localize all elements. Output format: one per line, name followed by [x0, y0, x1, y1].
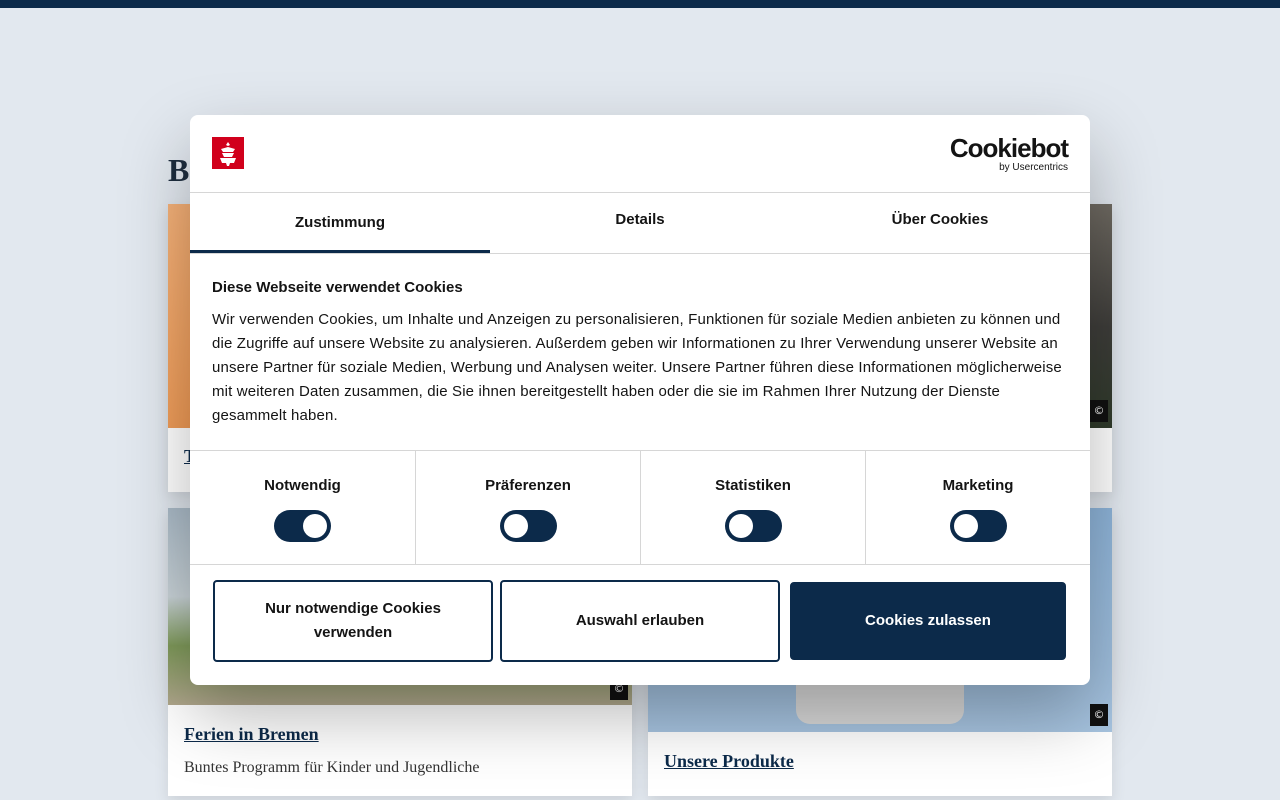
cookiebot-logo[interactable]: Cookiebot by Usercentrics — [949, 133, 1069, 174]
cookiebot-brand-by: by Usercentrics — [999, 162, 1068, 173]
toggle-marketing-switch[interactable] — [950, 510, 1007, 542]
toggle-praeferenzen-switch[interactable] — [500, 510, 557, 542]
top-bar — [0, 0, 1280, 8]
toggle-cell-notwendig: Notwendig — [190, 451, 415, 565]
toggle-label: Notwendig — [264, 477, 341, 494]
allow-all-button[interactable]: Cookies zulassen — [790, 582, 1066, 660]
tab-label: Details — [615, 211, 665, 228]
cookie-consent-dialog: Cookiebot by Usercentrics Zustimmung Det… — [190, 115, 1090, 685]
dialog-header: Cookiebot by Usercentrics — [190, 115, 1090, 193]
toggle-label: Marketing — [942, 477, 1014, 494]
toggle-statistiken-switch[interactable] — [725, 510, 782, 542]
necessary-only-button[interactable]: Nur notwendige Cookies verwenden — [213, 580, 493, 662]
consent-content: Diese Webseite verwendet Cookies Wir ver… — [212, 279, 1062, 428]
copyright-badge[interactable]: © — [1090, 704, 1108, 726]
page-heading: B — [168, 152, 190, 188]
tab-ueber-cookies[interactable]: Über Cookies — [790, 193, 1090, 253]
toggle-cell-praeferenzen: Präferenzen — [415, 451, 640, 565]
cookiebot-brand-name: Cookiebot — [949, 133, 1069, 163]
toggle-knob — [303, 514, 327, 538]
dialog-tabs: Zustimmung Details Über Cookies — [190, 193, 1090, 254]
card-title-link[interactable]: Unsere Produkte — [664, 751, 794, 772]
toggle-cell-marketing: Marketing — [865, 451, 1090, 565]
allow-selection-button[interactable]: Auswahl erlauben — [500, 580, 780, 662]
toggle-label: Präferenzen — [485, 477, 571, 494]
toggle-knob — [954, 514, 978, 538]
toggle-notwendig-switch[interactable] — [274, 510, 331, 542]
tab-label: Zustimmung — [295, 214, 385, 231]
card-subtitle: Buntes Programm für Kinder und Jugendlic… — [184, 759, 480, 776]
tab-label: Über Cookies — [891, 211, 989, 228]
toggle-knob — [504, 514, 528, 538]
card-title-link[interactable]: Ferien in Bremen — [184, 724, 319, 745]
category-toggles: Notwendig Präferenzen Statistiken Market… — [190, 450, 1090, 565]
bremen-logo-icon — [212, 137, 244, 169]
toggle-knob — [729, 514, 753, 538]
copyright-badge[interactable]: © — [1090, 400, 1108, 422]
toggle-cell-statistiken: Statistiken — [640, 451, 865, 565]
tab-details[interactable]: Details — [490, 193, 790, 253]
consent-title: Diese Webseite verwendet Cookies — [212, 279, 463, 296]
tab-zustimmung[interactable]: Zustimmung — [190, 193, 490, 253]
consent-body: Wir verwenden Cookies, um Inhalte und An… — [212, 311, 1062, 424]
toggle-label: Statistiken — [715, 477, 791, 494]
